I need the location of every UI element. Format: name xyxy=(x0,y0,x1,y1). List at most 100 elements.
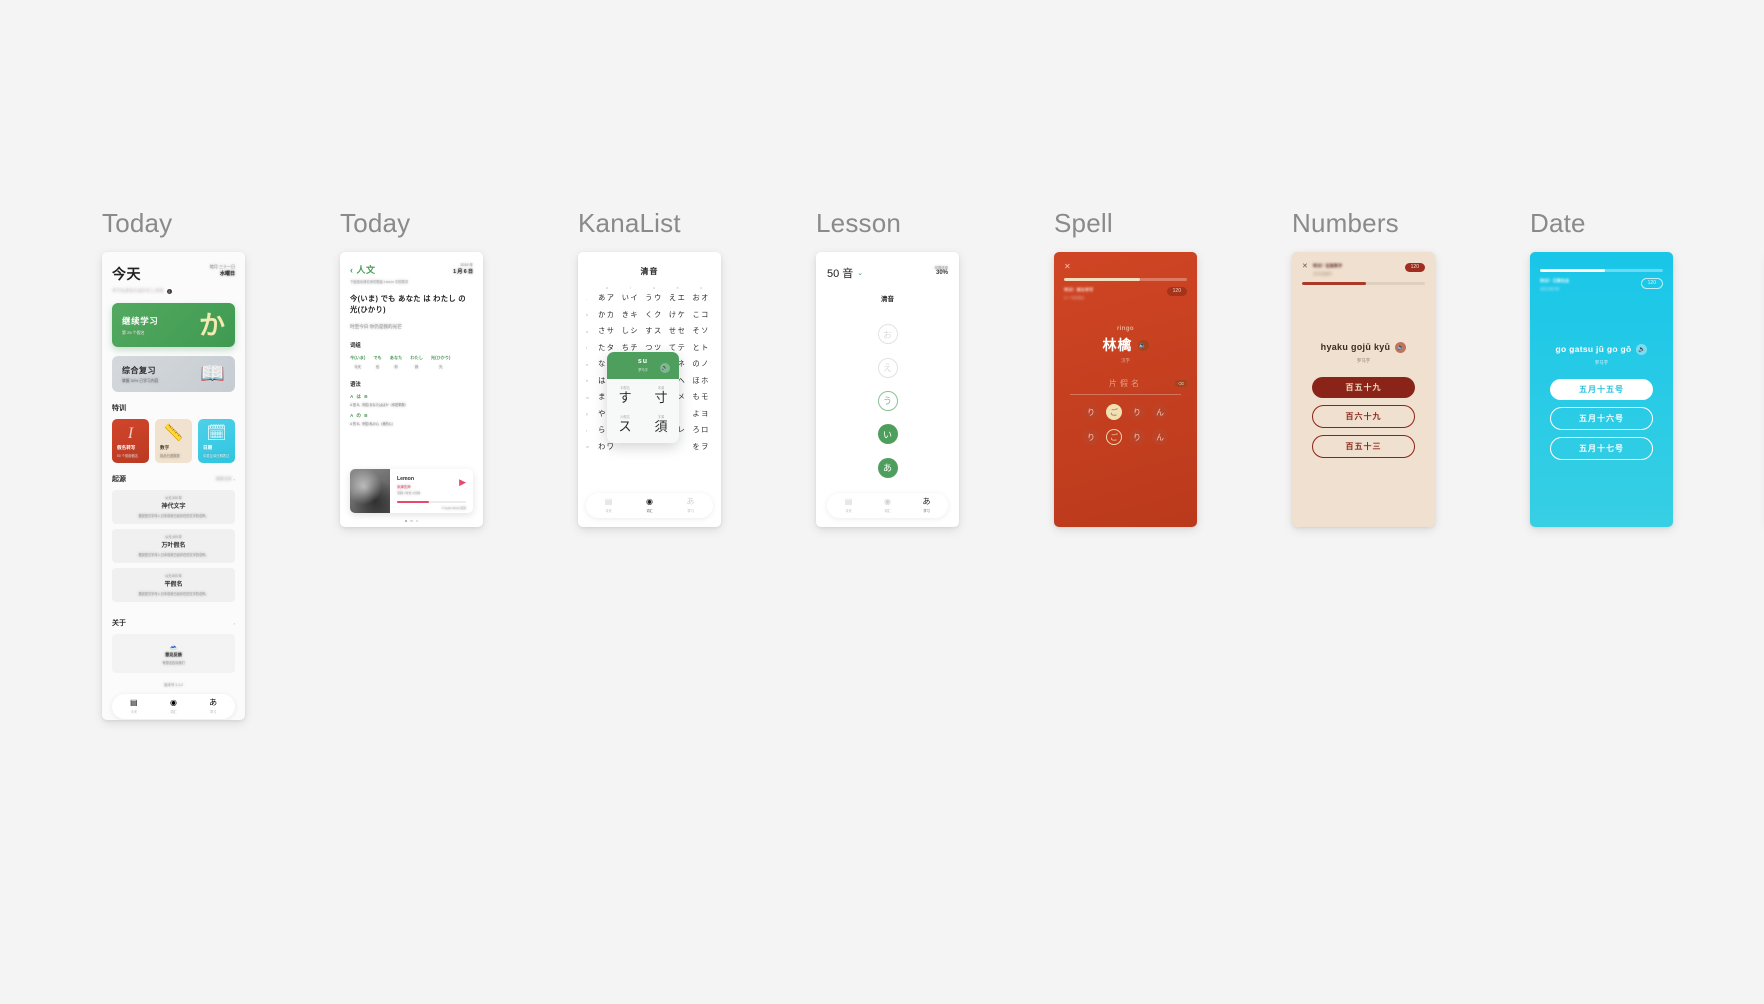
column-header: a xyxy=(605,286,608,290)
kana-chip[interactable]: ん xyxy=(1152,429,1168,445)
kana-chip[interactable]: り xyxy=(1129,429,1145,445)
list-item[interactable]: 光(ひかり) 光 xyxy=(431,355,451,369)
continue-title: 继续学习 xyxy=(122,315,159,326)
choice-button[interactable]: 百五十三 xyxy=(1312,435,1415,458)
back-button[interactable]: ‹ 人文 xyxy=(350,263,376,276)
choice-button-selected[interactable]: 百五十九 xyxy=(1312,377,1415,398)
phone-spell-red: ✕ 特训！假名转写 50 个常用假名 120 ringo 林檎 🔈 汉字 片假名… xyxy=(1054,252,1197,527)
origin-more-label: 查看全部 xyxy=(215,476,232,481)
kana-cell[interactable]: ちチ xyxy=(619,343,643,353)
tile-subtitle: 中英互译日期表达 xyxy=(203,454,230,458)
progress-value: 30% xyxy=(935,270,948,276)
list-item[interactable]: 公元 300 年 神代文字 据说是汉字传入日本前就已经存在的文字的总称。 xyxy=(112,490,235,524)
kana-cell[interactable]: しシ xyxy=(619,326,643,336)
kana-chip[interactable]: り xyxy=(1129,404,1145,420)
song-card[interactable]: Lemon 米津玄师 专辑 / 时长 2分钟 © Apple Music 提供 … xyxy=(350,469,473,513)
kana-cell[interactable]: おオ xyxy=(689,293,713,303)
kana-chip-selected[interactable]: ご xyxy=(1106,404,1122,420)
choice-button[interactable]: 五月十六号 xyxy=(1550,407,1653,430)
kana-row-lead: r xyxy=(586,427,588,433)
lesson-node[interactable]: え xyxy=(877,357,898,378)
about-more-link[interactable]: › xyxy=(234,621,235,626)
tab-today[interactable]: ▤ 今天 xyxy=(829,498,868,514)
info-icon[interactable]: i xyxy=(166,288,172,294)
kana-cell[interactable]: をヲ xyxy=(689,442,713,452)
tile-kana-transcribe[interactable]: I 假名转写 50 个常用假名 xyxy=(112,419,149,463)
tab-study[interactable]: あ 学习 xyxy=(670,498,711,514)
list-item[interactable]: 公元 400 年 万叶假名 据说是汉字传入日本前就已经存在的文字的总称。 xyxy=(112,529,235,563)
kana-cell[interactable]: えエ xyxy=(666,293,690,303)
kana-cell[interactable]: けケ xyxy=(666,310,690,320)
kana-cell[interactable]: かカ xyxy=(595,310,619,320)
close-icon[interactable]: ✕ xyxy=(1064,263,1187,271)
tab-vocab[interactable]: ◉ 词汇 xyxy=(629,498,670,514)
tab-vocab[interactable]: ◉ 词汇 xyxy=(868,498,907,514)
speaker-icon[interactable]: 🔈 xyxy=(1636,343,1648,355)
kana-cell[interactable]: せセ xyxy=(666,326,690,336)
tab-today[interactable]: ▤ 今天 xyxy=(114,699,154,715)
kana-cell[interactable]: てテ xyxy=(666,343,690,353)
kana-cell[interactable]: ろロ xyxy=(689,425,713,435)
lesson-node[interactable]: あ xyxy=(877,457,898,478)
kana-cell[interactable]: たタ xyxy=(595,343,619,353)
page-dot[interactable] xyxy=(410,519,413,522)
tile-numbers[interactable]: 📏 数字 挑战日语数数 xyxy=(155,419,192,463)
kana-cell[interactable]: きキ xyxy=(619,310,643,320)
kana-cell[interactable]: そソ xyxy=(689,326,713,336)
play-icon[interactable]: ▶ xyxy=(459,478,466,487)
backspace-icon[interactable]: ⌫ xyxy=(1175,380,1187,387)
tile-date[interactable]: 🗓 日期 中英互译日期表达 xyxy=(198,419,235,463)
kana-cell[interactable]: さサ xyxy=(595,326,619,336)
kana-cell[interactable]: つツ xyxy=(642,343,666,353)
song-progress[interactable] xyxy=(397,501,466,503)
tab-vocab[interactable]: ◉ 词汇 xyxy=(154,699,194,715)
kana-cell[interactable]: こコ xyxy=(689,310,713,320)
choice-button-selected[interactable]: 五月十五号 xyxy=(1550,379,1653,400)
choice-button[interactable]: 五月十七号 xyxy=(1550,437,1653,460)
kana-chip[interactable]: ん xyxy=(1152,404,1168,420)
kana-cell[interactable]: すス xyxy=(642,326,666,336)
continue-study-card[interactable]: 继续学习 第 25 个假名 か xyxy=(112,303,235,347)
speaker-icon[interactable]: 🔈 xyxy=(1137,339,1149,351)
kana-icon: あ xyxy=(209,698,218,707)
quiz-romaji-label: 罗马字 xyxy=(1356,358,1371,363)
kana-cell[interactable]: くク xyxy=(642,310,666,320)
kana-chip[interactable]: り xyxy=(1083,404,1099,420)
origin-more-link[interactable]: 查看全部 › xyxy=(216,476,235,482)
tab-study[interactable]: あ 学习 xyxy=(907,498,946,514)
choice-button[interactable]: 百六十九 xyxy=(1312,405,1415,428)
page-dot[interactable] xyxy=(404,519,408,522)
speaker-icon[interactable]: 🔈 xyxy=(1395,341,1407,353)
kana-cell[interactable]: もモ xyxy=(689,392,713,402)
kana-row-lead: t xyxy=(586,345,588,350)
lesson-selector[interactable]: 50 音 ⌄ xyxy=(827,265,863,281)
lesson-node[interactable]: う xyxy=(877,390,898,411)
list-item[interactable]: でも 也 xyxy=(373,355,381,369)
review-card[interactable]: 综合复习 掌握 30% 已学习内容 📖 xyxy=(112,356,235,392)
kana-cell[interactable]: わワ xyxy=(595,442,619,452)
kana-cell[interactable]: のノ xyxy=(689,359,713,369)
list-item[interactable]: わたし 我 xyxy=(410,355,423,369)
list-item[interactable]: 公元 800 年 平假名 据说是汉字传入日本前就已经存在的文字的总称。 xyxy=(112,568,235,602)
tab-today[interactable]: ▤ 今天 xyxy=(588,498,629,514)
kana-cell[interactable]: うウ xyxy=(642,293,666,303)
close-icon[interactable]: ✕ xyxy=(1302,263,1308,270)
artboard-date: Date 特训！日期在此 选择正确日期 120 go gatsu jū go g… xyxy=(1530,208,1673,527)
kana-cell[interactable]: とト xyxy=(689,343,713,353)
speaker-icon[interactable]: 🔈 xyxy=(660,363,670,373)
lesson-node[interactable]: お xyxy=(877,324,898,345)
list-item[interactable]: あなた 你 xyxy=(390,355,403,369)
kana-cell[interactable]: いイ xyxy=(619,293,643,303)
book-icon: 📖 xyxy=(200,363,225,385)
kana-cell[interactable]: よヨ xyxy=(689,409,713,419)
lesson-node[interactable]: い xyxy=(877,424,898,445)
tab-study[interactable]: あ 学习 xyxy=(193,698,233,715)
kana-chip[interactable]: り xyxy=(1083,429,1099,445)
kana-cell[interactable]: ほホ xyxy=(689,376,713,386)
phone-date: 特训！日期在此 选择正确日期 120 go gatsu jū go gō 🔈 罗… xyxy=(1530,252,1673,527)
kana-cell[interactable]: あア xyxy=(595,293,619,303)
feedback-card[interactable]: 🗻 意见反馈 有想法告诉我们 xyxy=(112,634,235,673)
list-item[interactable]: 今(いま) 今天 xyxy=(350,355,365,369)
kana-chip-outlined[interactable]: ご xyxy=(1106,429,1122,445)
page-dot[interactable] xyxy=(415,519,419,522)
